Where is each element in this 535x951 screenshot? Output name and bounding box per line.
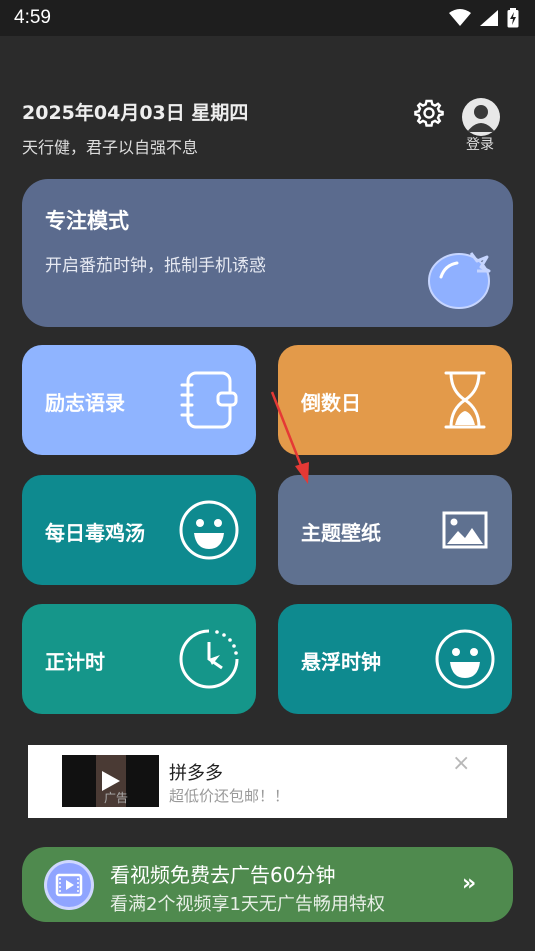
- double-chevron-right-icon: »: [462, 871, 477, 896]
- user-icon: [467, 105, 495, 132]
- signal-icon: [480, 10, 498, 26]
- motto-text: 天行健，君子以自强不息: [22, 138, 199, 157]
- settings-gear-icon[interactable]: [414, 98, 444, 128]
- tile-label: 励志语录: [45, 391, 125, 415]
- remove-ads-subtitle: 看满2个视频享1天无广告畅用特权: [110, 894, 385, 915]
- tile-label: 正计时: [45, 650, 105, 674]
- tile-count-up-timer[interactable]: 正计时: [22, 604, 256, 714]
- status-time: 4:59: [14, 7, 51, 28]
- ad-title: 拼多多: [169, 763, 223, 784]
- focus-mode-subtitle: 开启番茄时钟，抵制手机诱惑: [45, 256, 266, 276]
- tile-motivational-quotes[interactable]: 励志语录: [22, 345, 256, 455]
- hourglass-icon: [444, 371, 486, 429]
- header: 2025年04月03日 星期四 天行健，君子以自强不息 登录: [22, 98, 512, 158]
- tile-floating-clock[interactable]: 悬浮时钟: [278, 604, 512, 714]
- image-icon: [442, 511, 488, 549]
- notebook-icon: [180, 371, 238, 429]
- tile-label: 每日毒鸡汤: [45, 521, 145, 545]
- smiley-icon: [435, 629, 495, 689]
- focus-mode-card[interactable]: 专注模式 开启番茄时钟，抵制手机诱惑: [22, 179, 513, 327]
- smiley-icon: [179, 500, 239, 560]
- focus-mode-title: 专注模式: [45, 209, 129, 233]
- ad-subtitle: 超低价还包邮！！: [169, 787, 290, 805]
- date-text: 2025年04月03日 星期四: [22, 102, 249, 124]
- ad-banner[interactable]: 广告 拼多多 超低价还包邮！！ ×: [28, 745, 507, 818]
- tile-countdown-days[interactable]: 倒数日: [278, 345, 512, 455]
- status-icons: [449, 8, 519, 28]
- red-arrow-annotation: [270, 391, 309, 484]
- close-icon[interactable]: ×: [452, 751, 470, 776]
- tile-theme-wallpaper[interactable]: 主题壁纸: [278, 475, 512, 585]
- avatar[interactable]: [462, 98, 500, 136]
- ad-tag: 广告: [104, 791, 129, 805]
- remove-ads-banner[interactable]: 看视频免费去广告60分钟 看满2个视频享1天无广告畅用特权 »: [22, 847, 513, 922]
- clock-icon: [179, 629, 239, 689]
- wifi-icon: [449, 9, 471, 26]
- tile-label: 悬浮时钟: [301, 650, 381, 674]
- tomato-icon: [428, 252, 491, 309]
- video-play-icon: [44, 860, 94, 910]
- tile-label: 主题壁纸: [301, 521, 381, 545]
- tile-daily-chicken-soup[interactable]: 每日毒鸡汤: [22, 475, 256, 585]
- battery-icon: [507, 8, 519, 28]
- login-link[interactable]: 登录: [466, 134, 494, 154]
- status-bar: 4:59: [0, 0, 535, 36]
- remove-ads-title: 看视频免费去广告60分钟: [110, 863, 336, 887]
